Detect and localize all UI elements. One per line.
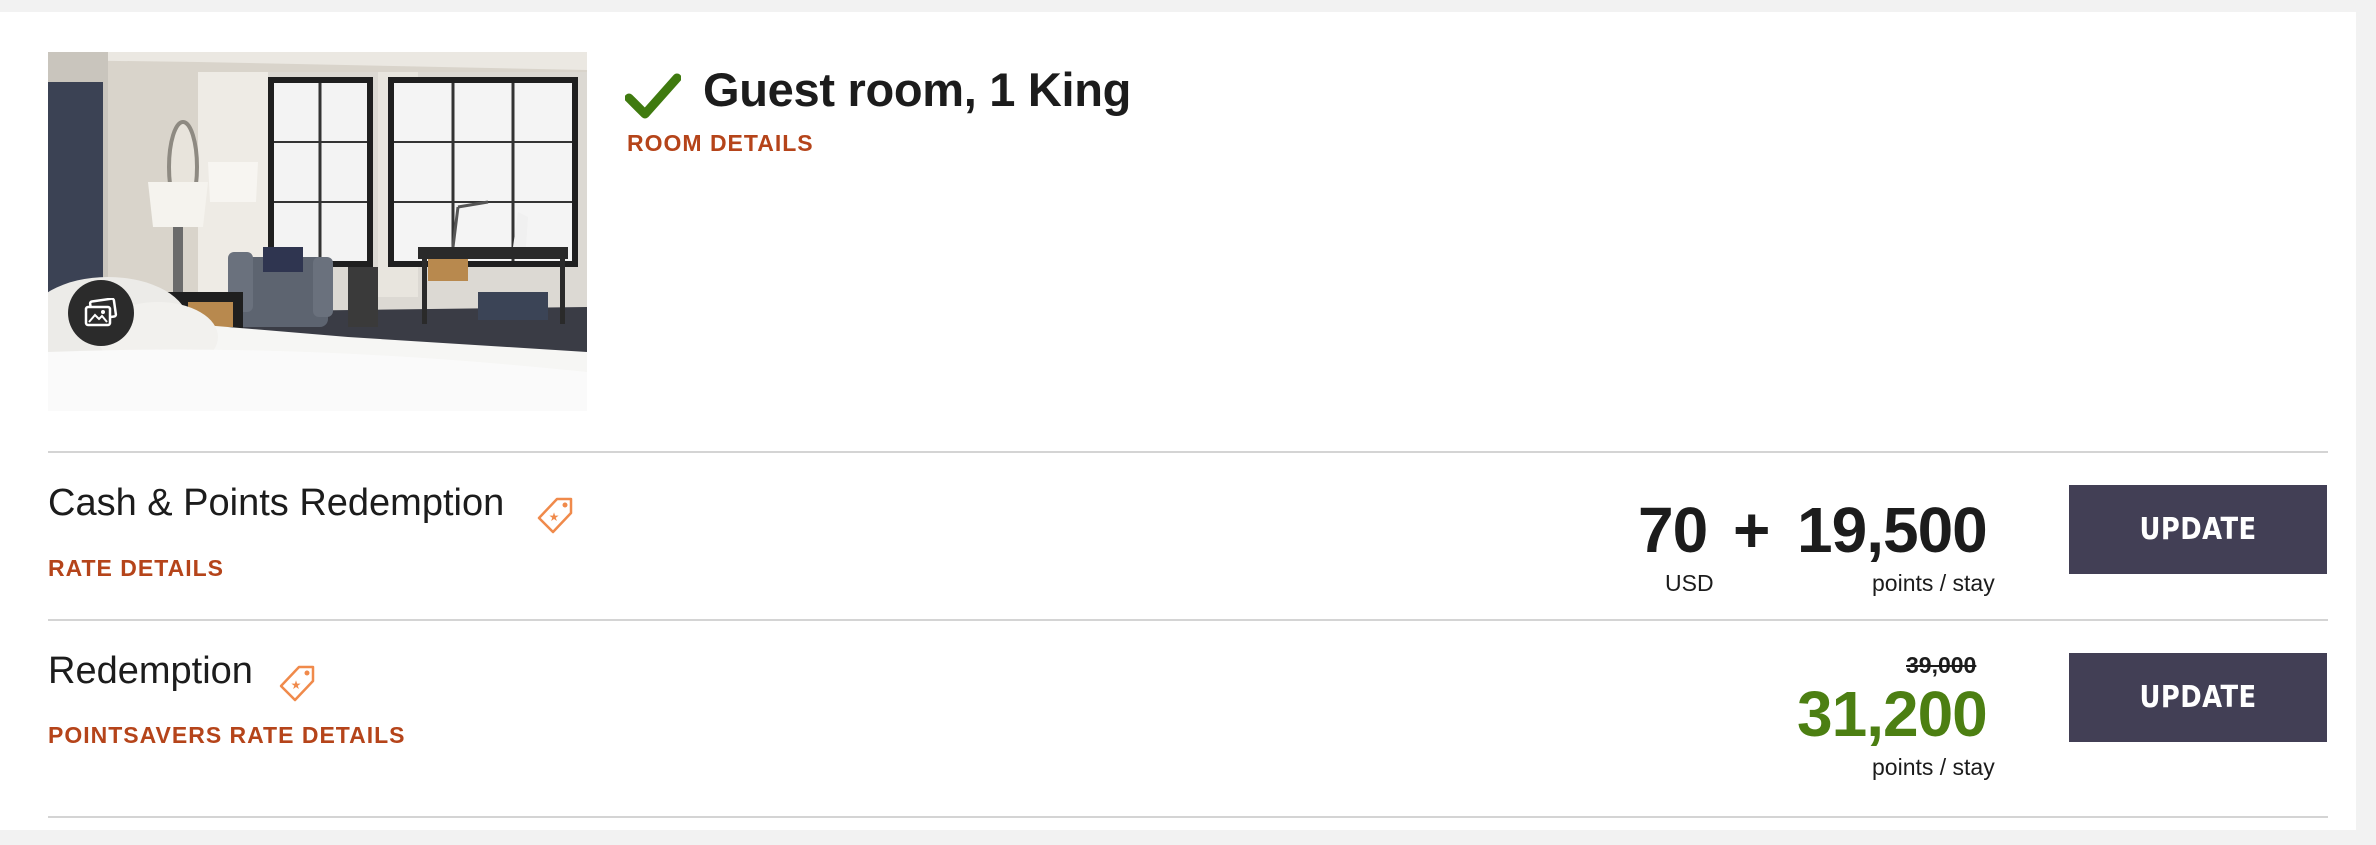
original-points: 39,000: [1906, 652, 1977, 678]
currency-label: USD: [1665, 570, 1714, 596]
points-amount: 19,500: [1797, 494, 1988, 566]
rate-name: Redemption: [48, 650, 253, 692]
update-button-label: UPDATE: [2139, 680, 2257, 715]
update-button-label: UPDATE: [2139, 512, 2257, 547]
points-per-stay-label: points / stay: [1872, 570, 1995, 596]
svg-text:★: ★: [549, 510, 560, 524]
update-button[interactable]: UPDATE: [2069, 653, 2327, 742]
divider: [48, 816, 2328, 818]
cash-amount: 70: [1638, 494, 1708, 566]
room-photo[interactable]: [48, 52, 587, 411]
divider: [48, 619, 2328, 621]
room-rate-card: Guest room, 1 King ROOM DETAILS Cash & P…: [0, 12, 2356, 830]
divider: [48, 451, 2328, 453]
svg-text:★: ★: [291, 678, 302, 692]
pointsavers-rate-details-link[interactable]: POINTSAVERS RATE DETAILS: [48, 722, 406, 749]
plus-sign: +: [1733, 494, 1770, 566]
offer-tag-icon[interactable]: ★: [537, 496, 575, 536]
room-photo-image: [48, 52, 587, 411]
photo-gallery-icon: [84, 298, 118, 327]
room-title: Guest room, 1 King: [703, 63, 1132, 116]
update-button[interactable]: UPDATE: [2069, 485, 2327, 574]
points-per-stay-label: points / stay: [1872, 754, 1995, 780]
room-details-link[interactable]: ROOM DETAILS: [627, 130, 814, 157]
photo-gallery-button[interactable]: [68, 280, 134, 346]
rate-details-link[interactable]: RATE DETAILS: [48, 555, 224, 582]
discounted-points: 31,200: [1797, 678, 1988, 750]
rate-name: Cash & Points Redemption: [48, 482, 505, 524]
checkmark-icon: [625, 73, 681, 119]
offer-tag-icon[interactable]: ★: [279, 664, 317, 704]
